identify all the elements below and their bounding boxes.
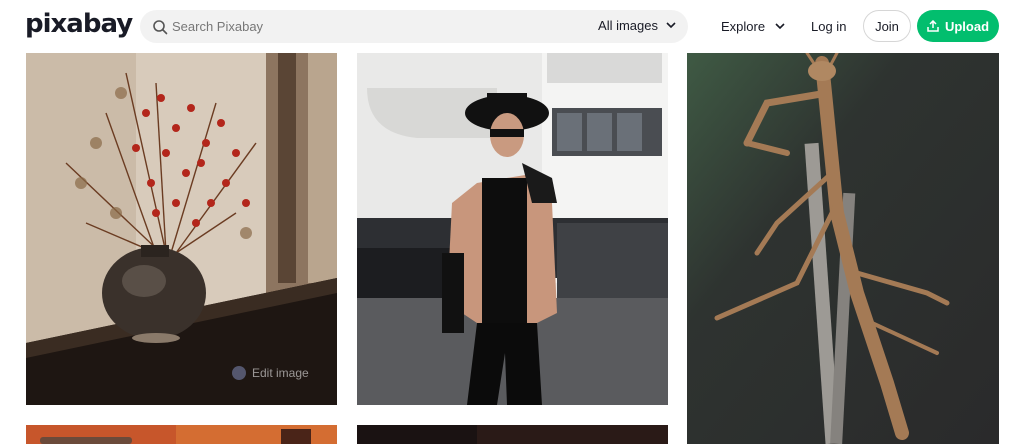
search-type-label: All images <box>598 18 658 33</box>
search-input[interactable] <box>172 10 592 43</box>
top-header: pixabay All images Explore Log in Join U… <box>0 0 1024 52</box>
woman-photo <box>357 53 668 405</box>
chevron-down-icon <box>775 22 785 29</box>
upload-icon <box>927 20 939 32</box>
image-tile-orange[interactable] <box>26 425 337 444</box>
search-icon <box>153 20 168 35</box>
image-tile-vase[interactable] <box>26 53 337 405</box>
dark-photo <box>357 425 668 444</box>
image-tile-mantis[interactable] <box>687 53 999 444</box>
edit-icon <box>232 366 246 380</box>
explore-menu[interactable]: Explore <box>721 0 785 52</box>
explore-label: Explore <box>721 18 766 34</box>
upload-label: Upload <box>944 18 990 34</box>
edit-image-label: Edit image <box>252 366 309 380</box>
chevron-down-icon <box>666 22 676 29</box>
pixabay-logo[interactable]: pixabay <box>25 9 133 39</box>
upload-button[interactable]: Upload <box>917 10 999 42</box>
search-bar[interactable]: All images <box>140 10 688 43</box>
login-link[interactable]: Log in <box>811 0 846 52</box>
mantis-photo <box>687 53 999 444</box>
image-tile-dark[interactable] <box>357 425 668 444</box>
search-type-dropdown[interactable]: All images <box>598 18 676 33</box>
vase-photo <box>26 53 337 405</box>
join-button[interactable]: Join <box>863 10 911 42</box>
image-tile-woman[interactable] <box>357 53 668 405</box>
edit-image-overlay[interactable]: Edit image <box>232 366 309 380</box>
orange-photo <box>26 425 337 444</box>
